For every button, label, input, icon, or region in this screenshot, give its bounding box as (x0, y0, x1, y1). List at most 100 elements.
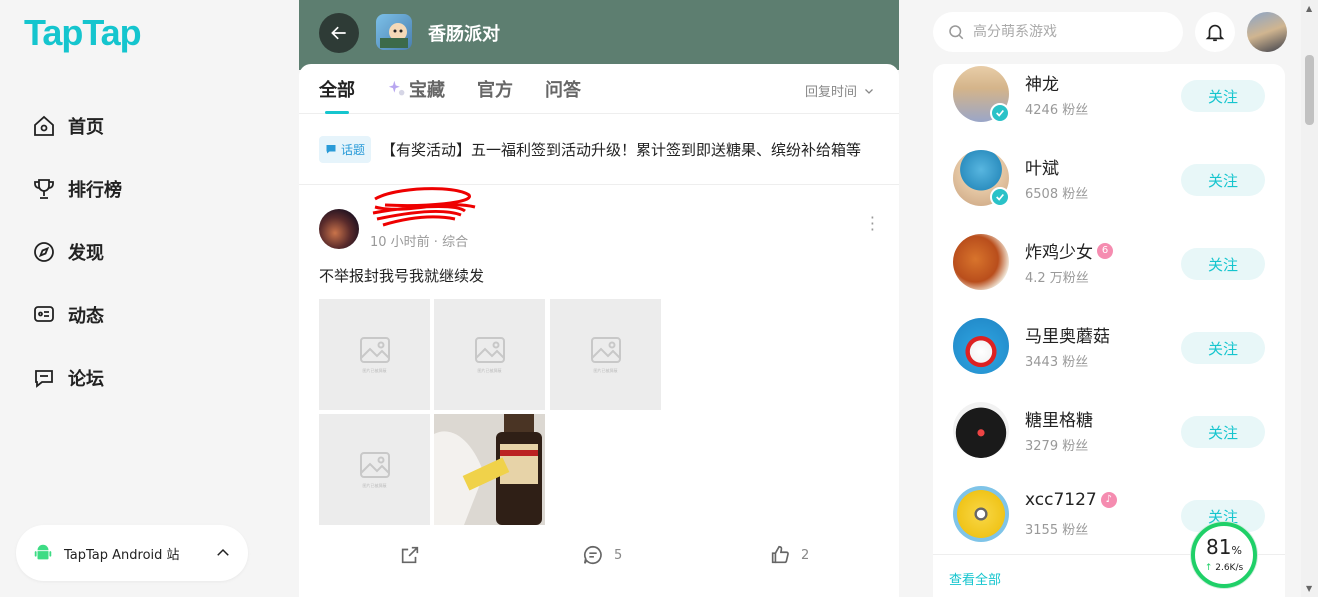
user-name[interactable]: 神龙 (1025, 70, 1059, 95)
image-placeholder-icon (590, 336, 621, 363)
game-header: 香肠派对 (299, 0, 899, 70)
user-fans: 4.2 万粉丝 (1025, 271, 1089, 286)
post-image-blocked[interactable]: 图片已被屏蔽 (550, 299, 661, 410)
verified-badge-icon (990, 103, 1010, 123)
user-name[interactable]: 炸鸡少女 6 (1025, 238, 1113, 263)
recommended-users: 神龙 4246 粉丝 关注 叶斌 6508 粉丝 关注 炸鸡少女 6 4.2 万粉… (933, 64, 1285, 597)
tab-official[interactable]: 官方 (477, 64, 513, 114)
user-avatar-tangligetang[interactable] (953, 402, 1009, 458)
sort-dropdown[interactable]: 回复时间 (805, 81, 875, 100)
nav-item-feed[interactable]: 动态 (32, 283, 122, 346)
topic-badge-label: 话题 (341, 142, 366, 157)
post-image-photo[interactable] (434, 414, 545, 525)
pinned-topic[interactable]: 话题 【有奖活动】五一福利签到活动升级！累计签到即送糖果、缤纷补给箱等 (299, 114, 899, 185)
scroll-down-arrow-icon[interactable]: ▼ (1306, 584, 1312, 593)
game-title: 香肠派对 (428, 24, 500, 45)
game-icon[interactable] (376, 14, 412, 50)
comment-button[interactable]: 5 (582, 544, 622, 566)
tab-qa[interactable]: 问答 (545, 64, 581, 114)
user-row[interactable]: 神龙 4246 粉丝 关注 (953, 66, 1273, 126)
comment-count: 5 (614, 547, 623, 563)
follow-button[interactable]: 关注 (1181, 248, 1265, 280)
follow-button[interactable]: 关注 (1181, 80, 1265, 112)
image-placeholder-icon (359, 451, 390, 478)
upload-arrow-icon: ↑ (1204, 563, 1213, 573)
nav-item-forum[interactable]: 论坛 (32, 346, 122, 409)
user-name[interactable]: 马里奥蘑菇 (1025, 322, 1110, 347)
follow-button[interactable]: 关注 (1181, 332, 1265, 364)
nav-item-label: 动态 (68, 305, 104, 327)
image-caption: 图片已被屏蔽 (593, 367, 618, 373)
nav-item-label: 排行榜 (68, 179, 122, 201)
redaction-scribble (372, 187, 476, 227)
user-avatar-xcc7127[interactable] (953, 486, 1009, 542)
post-content: 不举报封我号我就继续发 (319, 267, 485, 285)
speed-percent-unit: % (1231, 544, 1242, 557)
user-fans: 3279 粉丝 (1025, 439, 1089, 454)
image-caption: 图片已被屏蔽 (362, 482, 387, 488)
network-speed-widget[interactable]: 81% ↑ 2.6K/s (1191, 522, 1257, 588)
search-bar[interactable] (933, 12, 1183, 52)
tab-all[interactable]: 全部 (319, 64, 355, 114)
chevron-up-icon[interactable] (214, 544, 232, 562)
post-actions: 5 2 (299, 540, 899, 570)
notifications-button[interactable] (1195, 12, 1235, 52)
forum-feed: 全部 宝藏 官方 问答 回复时间 话题 【有奖活动】五一福利签到活动升级！累计签… (299, 64, 899, 597)
user-avatar-mario-mushroom[interactable] (953, 318, 1009, 374)
nav-item-ranking[interactable]: 排行榜 (32, 157, 122, 220)
level-badge-icon: ♪ (1100, 492, 1117, 508)
post-card[interactable]: 10 小时前 · 综合 · · · 不举报封我号我就继续发 (299, 185, 899, 285)
user-row[interactable]: 糖里格糖 3279 粉丝 关注 (953, 402, 1273, 462)
user-name-text: xcc7127 (1025, 490, 1097, 510)
see-all-link[interactable]: 查看全部 (949, 569, 1001, 588)
post-image-blocked[interactable]: 图片已被屏蔽 (434, 299, 545, 410)
follow-button[interactable]: 关注 (1181, 416, 1265, 448)
user-name[interactable]: 糖里格糖 (1025, 406, 1093, 431)
user-avatar-fried-chicken[interactable] (953, 234, 1009, 290)
tab-treasure-label: 宝藏 (409, 79, 445, 101)
tab-treasure[interactable]: 宝藏 (387, 64, 445, 114)
image-placeholder-icon (474, 336, 505, 363)
page-scrollbar[interactable]: ▲ ▼ (1301, 0, 1318, 597)
like-button[interactable]: 2 (769, 544, 809, 566)
follow-button[interactable]: 关注 (1181, 164, 1265, 196)
post-image-blocked[interactable]: 图片已被屏蔽 (319, 414, 430, 525)
user-row[interactable]: 炸鸡少女 6 4.2 万粉丝 关注 (953, 234, 1273, 294)
user-fans: 3443 粉丝 (1025, 355, 1089, 370)
user-avatar[interactable] (1247, 12, 1287, 52)
chevron-down-icon (865, 88, 873, 94)
speed-rate: ↑ 2.6K/s (1205, 563, 1243, 573)
more-options-icon[interactable]: · · · (870, 210, 875, 238)
user-name[interactable]: xcc7127 ♪ (1025, 490, 1117, 510)
chat-bubble-icon (326, 145, 336, 154)
like-count: 2 (801, 547, 810, 563)
android-site-switcher[interactable]: TapTap Android 站 (16, 525, 248, 581)
scroll-thumb[interactable] (1305, 55, 1314, 125)
nav-item-discover[interactable]: 发现 (32, 220, 122, 283)
trophy-icon (34, 178, 54, 199)
back-button[interactable] (319, 13, 359, 53)
comment-icon (583, 545, 602, 565)
sort-label: 回复时间 (804, 85, 857, 100)
nav-item-label: 首页 (68, 116, 104, 138)
user-fans: 6508 粉丝 (1025, 187, 1089, 202)
post-author-avatar[interactable] (319, 209, 359, 249)
search-input[interactable] (973, 24, 1163, 40)
scroll-up-arrow-icon[interactable]: ▲ (1306, 4, 1312, 13)
verified-badge-icon (990, 187, 1010, 207)
image-caption: 图片已被屏蔽 (477, 367, 502, 373)
post-meta: 10 小时前 · 综合 (370, 235, 469, 250)
bell-icon (1205, 24, 1225, 42)
user-name[interactable]: 叶斌 (1025, 154, 1059, 179)
sparkle-icon (388, 80, 405, 95)
user-row[interactable]: 叶斌 6508 粉丝 关注 (953, 150, 1273, 210)
topic-title[interactable]: 【有奖活动】五一福利签到活动升级！累计签到即送糖果、缤纷补给箱等 (381, 139, 861, 160)
taptap-logo[interactable]: TapTap (24, 12, 142, 54)
user-row[interactable]: 马里奥蘑菇 3443 粉丝 关注 (953, 318, 1273, 378)
post-image-blocked[interactable]: 图片已被屏蔽 (319, 299, 430, 410)
topic-badge: 话题 (319, 135, 372, 163)
home-icon (34, 115, 54, 136)
share-button[interactable] (399, 544, 431, 566)
nav-item-home[interactable]: 首页 (32, 94, 122, 157)
speed-percent-value: 81 (1206, 535, 1232, 559)
